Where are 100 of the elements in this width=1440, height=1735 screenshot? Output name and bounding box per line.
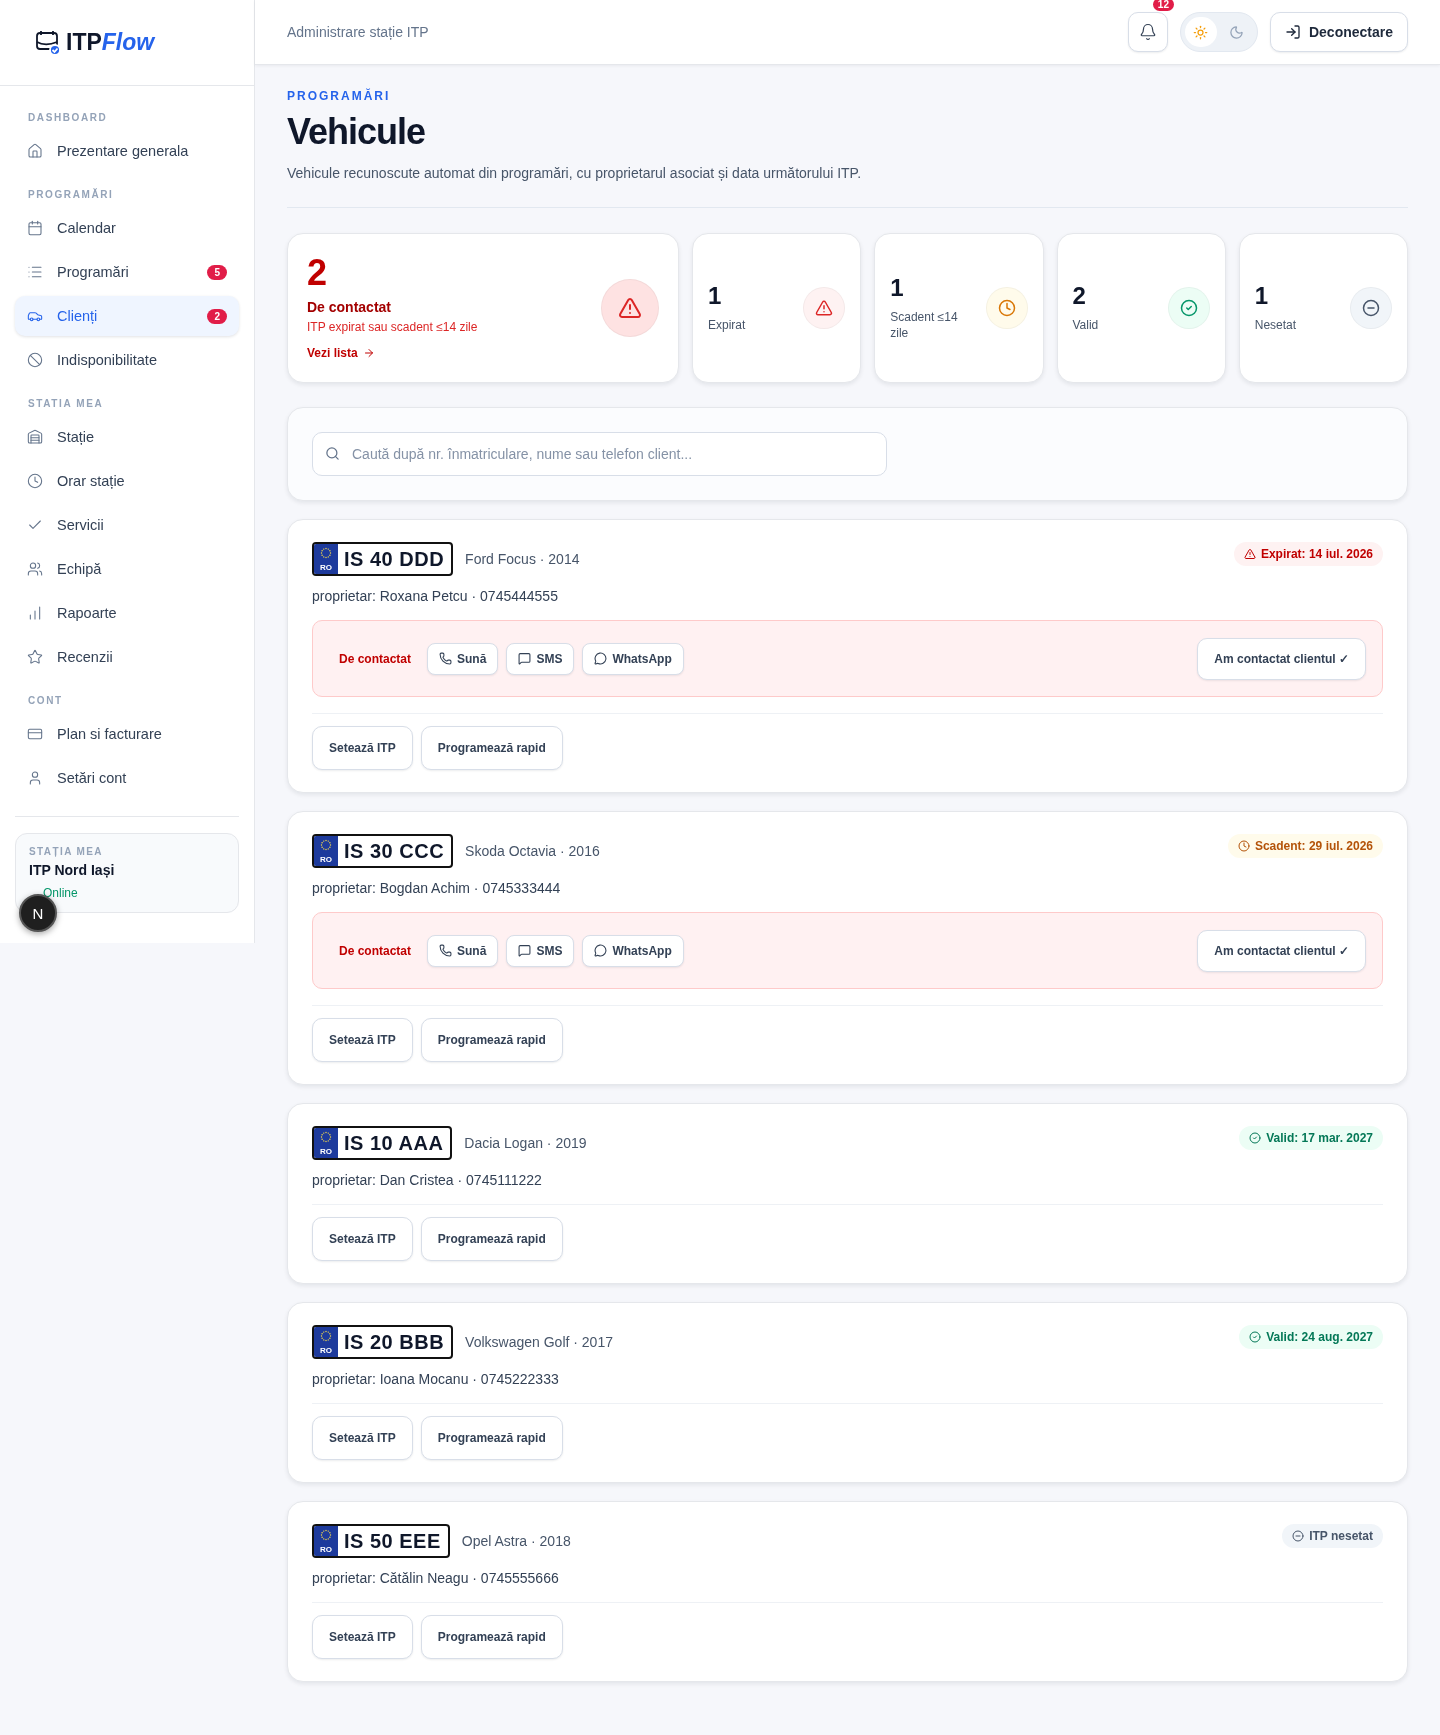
action-button[interactable]: Setează ITP bbox=[312, 1416, 413, 1460]
owner-info: proprietar: Cătălin Neagu · 0745555666 bbox=[312, 1570, 560, 1586]
nav-item[interactable]: Clienți 2 bbox=[15, 296, 239, 336]
bell-icon bbox=[1138, 23, 1157, 41]
vehicle-model: Opel Astra · 2018 bbox=[461, 1533, 572, 1549]
status-pill: Valid: 24 aug. 2027 bbox=[1239, 1325, 1383, 1349]
bar-chart-icon bbox=[27, 605, 43, 621]
vehicle-model: Volkswagen Golf · 2017 bbox=[465, 1334, 614, 1350]
nav-item[interactable]: Echipă bbox=[15, 549, 239, 589]
stat-label: Valid bbox=[1072, 318, 1100, 334]
logo-icon bbox=[34, 29, 62, 56]
minus-circle-icon bbox=[1350, 287, 1392, 329]
summary-title: De contactat bbox=[307, 299, 393, 315]
owner-info: proprietar: Bogdan Achim · 0745333444 bbox=[312, 880, 562, 896]
nav-item[interactable]: Setări cont bbox=[15, 758, 239, 798]
clock-icon bbox=[1237, 840, 1250, 852]
home-icon bbox=[27, 143, 43, 159]
building-icon bbox=[27, 429, 43, 445]
action-button[interactable]: Setează ITP bbox=[312, 726, 413, 770]
stat-count: 1 bbox=[1254, 282, 1270, 311]
nav-item[interactable]: Servicii bbox=[15, 505, 239, 545]
eu-stars-icon bbox=[320, 839, 332, 851]
plate-number: IS 20 BBB bbox=[343, 1329, 446, 1355]
action-button[interactable]: Programează rapid bbox=[420, 1018, 563, 1062]
nav-item[interactable]: Recenzii bbox=[15, 637, 239, 677]
action-button[interactable]: Programează rapid bbox=[420, 1416, 563, 1460]
station-name: ITP Nord Iași bbox=[29, 862, 116, 878]
light-mode-button[interactable] bbox=[1184, 17, 1217, 47]
section-title: DASHBOARD bbox=[27, 111, 109, 125]
contacted-button[interactable]: Am contactat clientul ✓ bbox=[1197, 929, 1366, 972]
eu-stars-icon bbox=[320, 1330, 332, 1342]
star-icon bbox=[27, 649, 43, 665]
eu-stars-icon bbox=[320, 1529, 332, 1541]
clock-icon bbox=[27, 473, 43, 489]
contact-button[interactable]: SMS bbox=[506, 642, 575, 675]
nav-item[interactable]: Rapoarte bbox=[15, 593, 239, 633]
action-button[interactable]: Setează ITP bbox=[312, 1217, 413, 1261]
section-title: STATIA MEA bbox=[27, 397, 105, 411]
count-badge: 2 bbox=[207, 308, 227, 324]
action-button[interactable]: Setează ITP bbox=[312, 1018, 413, 1062]
nav-item[interactable]: Stație bbox=[15, 417, 239, 457]
country-code: RO bbox=[320, 855, 332, 864]
owner-info: proprietar: Roxana Petcu · 0745444555 bbox=[312, 588, 559, 604]
credit-card-icon bbox=[27, 726, 43, 742]
notifications-button[interactable] bbox=[1127, 12, 1168, 52]
plate-number: IS 40 DDD bbox=[343, 546, 446, 572]
stat-label: Scadent ≤14 zile bbox=[890, 310, 959, 342]
search-field[interactable]: Caută după nr. înmatriculare, nume sau telefon client... bbox=[312, 432, 887, 476]
nav-label: Programări bbox=[57, 264, 130, 280]
stat-count: 1 bbox=[890, 274, 905, 303]
nav-label: Servicii bbox=[57, 517, 105, 533]
nav-item[interactable]: Plan si facturare bbox=[15, 714, 239, 754]
warning-icon bbox=[1243, 548, 1256, 560]
section-title: CONT bbox=[27, 694, 64, 708]
page-description: Vehicule recunoscute automat din programări, cu proprietarul asociat și data următorului ITP. bbox=[287, 165, 1408, 208]
notification-count: 12 bbox=[1152, 0, 1174, 11]
plate-number: IS 30 CCC bbox=[343, 838, 446, 864]
nav-item[interactable]: Orar stație bbox=[15, 461, 239, 501]
vehicle-model: Ford Focus · 2014 bbox=[465, 551, 581, 567]
contact-button[interactable]: Sună bbox=[427, 642, 499, 675]
header-title: Administrare stație ITP bbox=[287, 24, 430, 40]
action-button[interactable]: Programează rapid bbox=[420, 1615, 563, 1659]
nav-label: Plan si facturare bbox=[57, 726, 163, 742]
users-icon bbox=[27, 561, 43, 577]
nav-label: Orar stație bbox=[57, 473, 126, 489]
section-title: PROGRAMĂRI bbox=[27, 187, 115, 202]
nav-label: Calendar bbox=[57, 220, 117, 236]
arrow-right-icon bbox=[362, 347, 375, 359]
stat-count: 2 bbox=[1072, 282, 1087, 311]
moon-icon bbox=[1229, 24, 1245, 40]
minus-circle-icon bbox=[1292, 1530, 1305, 1542]
contact-button[interactable]: Sună bbox=[427, 934, 499, 967]
contact-button[interactable]: WhatsApp bbox=[582, 934, 684, 967]
check-circle-icon bbox=[1249, 1331, 1262, 1343]
contacted-button[interactable]: Am contactat clientul ✓ bbox=[1197, 637, 1366, 680]
action-button[interactable]: Setează ITP bbox=[312, 1615, 413, 1659]
nav-item[interactable]: Calendar bbox=[15, 208, 239, 248]
action-button[interactable]: Programează rapid bbox=[420, 1217, 563, 1261]
nav-item[interactable]: Indisponibilitate bbox=[15, 340, 239, 380]
page-title: Vehicule bbox=[287, 111, 427, 153]
nav-label: Clienți bbox=[57, 308, 99, 324]
calendar-icon bbox=[27, 220, 43, 236]
logout-button[interactable]: Deconectare bbox=[1269, 12, 1408, 52]
page-eyebrow: PROGRAMĂRI bbox=[287, 89, 392, 103]
eu-stars-icon bbox=[320, 547, 332, 559]
view-list-link[interactable]: Vezi lista bbox=[307, 346, 375, 360]
check-circle-icon bbox=[1249, 1132, 1262, 1144]
action-button[interactable]: Programează rapid bbox=[420, 726, 563, 770]
contact-button[interactable]: WhatsApp bbox=[582, 642, 684, 675]
country-code: RO bbox=[320, 1147, 332, 1156]
nav-item[interactable]: Prezentare generala bbox=[15, 131, 239, 171]
warning-icon bbox=[803, 287, 846, 329]
nav-item[interactable]: Programări 5 bbox=[15, 252, 239, 292]
contact-label: De contactat bbox=[339, 651, 412, 666]
summary-subtitle: ITP expirat sau scadent ≤14 zile bbox=[307, 320, 479, 334]
station-label: STAȚIA MEA bbox=[29, 846, 104, 857]
stat-label: Expirat bbox=[708, 318, 747, 334]
plate-number: IS 10 AAA bbox=[343, 1130, 445, 1156]
country-code: RO bbox=[320, 1545, 332, 1554]
contact-button[interactable]: SMS bbox=[506, 934, 575, 967]
